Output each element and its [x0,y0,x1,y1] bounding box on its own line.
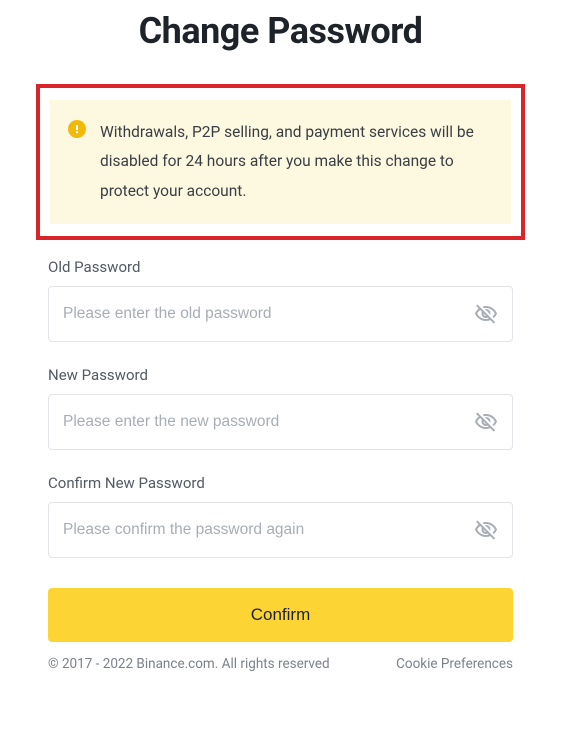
eye-off-icon[interactable] [474,518,498,542]
copyright-text: © 2017 - 2022 Binance.com. All rights re… [48,656,330,672]
eye-off-icon[interactable] [474,410,498,434]
eye-off-icon[interactable] [474,302,498,326]
confirm-password-label: Confirm New Password [48,474,513,492]
old-password-group: Old Password [48,258,513,342]
cookie-preferences-link[interactable]: Cookie Preferences [396,656,513,672]
warning-highlight-frame: Withdrawals, P2P selling, and payment se… [36,84,525,240]
confirm-password-group: Confirm New Password [48,474,513,558]
confirm-password-wrapper [48,502,513,558]
new-password-input[interactable] [63,395,474,449]
old-password-label: Old Password [48,258,513,276]
confirm-button[interactable]: Confirm [48,588,513,642]
page-title: Change Password [48,10,513,52]
footer: © 2017 - 2022 Binance.com. All rights re… [48,656,513,672]
confirm-password-input[interactable] [63,503,474,557]
warning-icon [68,120,86,138]
warning-banner: Withdrawals, P2P selling, and payment se… [50,100,511,224]
old-password-wrapper [48,286,513,342]
old-password-input[interactable] [63,287,474,341]
new-password-wrapper [48,394,513,450]
new-password-label: New Password [48,366,513,384]
new-password-group: New Password [48,366,513,450]
warning-text: Withdrawals, P2P selling, and payment se… [100,118,493,206]
